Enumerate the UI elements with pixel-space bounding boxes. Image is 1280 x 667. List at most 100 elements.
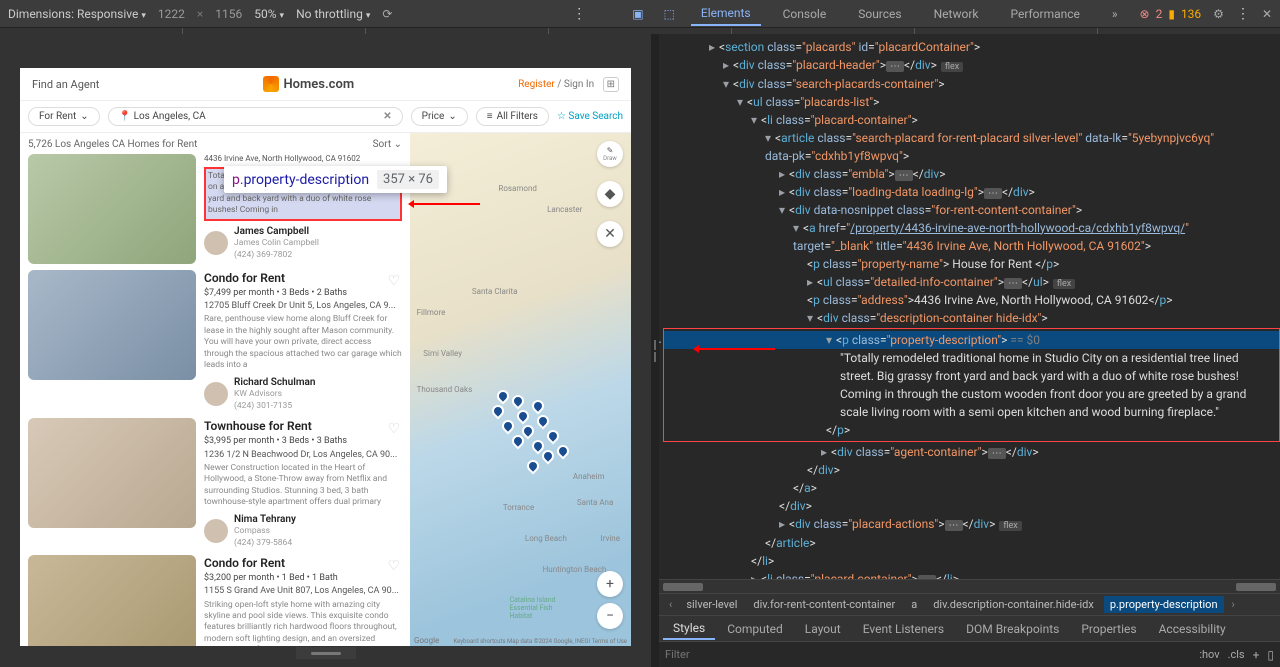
styles-tab-bar: Styles Computed Layout Event Listeners D… bbox=[659, 615, 1280, 641]
inspector-tooltip: p.property-description 357 × 76 bbox=[224, 166, 447, 193]
device-menu-icon[interactable]: ⋮ bbox=[572, 6, 586, 22]
listing-price: $7,499 per month • 3 Beds • 2 Baths bbox=[204, 287, 402, 299]
favorite-icon[interactable]: ♡ bbox=[387, 272, 400, 291]
crumb[interactable]: a bbox=[905, 596, 923, 613]
more-tabs-icon[interactable]: » bbox=[1102, 3, 1128, 25]
listings-column: 5,726 Los Angeles CA Homes for Rent Sort… bbox=[20, 133, 410, 646]
listing-thumb[interactable] bbox=[28, 154, 196, 264]
crumb-next-icon[interactable]: › bbox=[1228, 598, 1239, 611]
crumb[interactable]: div.description-container.hide-idx bbox=[927, 596, 1100, 613]
styles-menu-icon[interactable]: ▯ bbox=[1267, 648, 1274, 662]
height-input[interactable]: 1156 bbox=[215, 7, 242, 21]
crumb-prev-icon[interactable]: ‹ bbox=[665, 598, 676, 611]
selected-dom-node[interactable]: ▾<p class="property-description"> == $0 bbox=[664, 331, 1279, 349]
site-header: Find an Agent Homes.com Register / Sign … bbox=[20, 68, 631, 101]
map-draw-button[interactable]: ✎Draw bbox=[597, 141, 623, 167]
network-tab[interactable]: Network bbox=[924, 3, 989, 25]
find-agent-link[interactable]: Find an Agent bbox=[32, 78, 99, 91]
warn-icon[interactable]: ▮ bbox=[1168, 7, 1175, 21]
dom-horizontal-scrollbar[interactable] bbox=[659, 579, 1280, 593]
register-link[interactable]: Register bbox=[518, 79, 555, 90]
error-icon[interactable]: ⊗ bbox=[1140, 7, 1150, 21]
listing-description: Rare, penthouse view home along Bluff Cr… bbox=[204, 314, 402, 371]
dim-separator: × bbox=[197, 7, 203, 21]
map-zoom-in[interactable]: + bbox=[597, 571, 623, 597]
crumb[interactable]: div.for-rent-content-container bbox=[747, 596, 901, 613]
hov-toggle[interactable]: :hov bbox=[1199, 648, 1219, 661]
settings-icon[interactable]: ⚙ bbox=[1213, 7, 1224, 21]
add-rule-icon[interactable]: + bbox=[1253, 648, 1260, 662]
devtools-menu-icon[interactable]: ⋮ bbox=[1236, 6, 1250, 22]
styles-tab-computed[interactable]: Computed bbox=[717, 619, 793, 639]
map-label: Catalina Island Essential Fish Habitat bbox=[509, 596, 569, 620]
filter-bar: For Rent ⌄ 📍 Los Angeles, CA✕ Price ⌄ ≡ … bbox=[20, 101, 631, 133]
listing-price: $3,995 per month • 3 Beds • 3 Baths bbox=[204, 435, 402, 447]
listing-thumb[interactable] bbox=[28, 270, 196, 380]
map[interactable]: ✎Draw ◆ ✕ + − Lancaster bbox=[410, 133, 631, 646]
styles-tab-styles[interactable]: Styles bbox=[663, 618, 715, 640]
panel-resizer[interactable] bbox=[651, 34, 659, 667]
styles-tab-layout[interactable]: Layout bbox=[795, 619, 851, 639]
performance-tab[interactable]: Performance bbox=[1000, 3, 1089, 25]
site-logo[interactable]: Homes.com bbox=[263, 76, 354, 92]
dom-tree[interactable]: ▸<section class="placards" id="placardCo… bbox=[659, 34, 1280, 579]
styles-tab-props[interactable]: Properties bbox=[1071, 619, 1146, 639]
listing-card[interactable]: ♡ Townhouse for Rent $3,995 per month • … bbox=[28, 418, 402, 549]
sources-tab[interactable]: Sources bbox=[848, 3, 911, 25]
agent-name: James Campbell bbox=[234, 225, 319, 239]
dimensions-dropdown[interactable]: Dimensions: Responsive bbox=[8, 7, 146, 21]
viewport-resize-handle[interactable] bbox=[296, 647, 356, 659]
map-close-button[interactable]: ✕ bbox=[597, 221, 623, 247]
map-attribution: Google bbox=[414, 636, 439, 645]
styles-tab-a11y[interactable]: Accessibility bbox=[1149, 619, 1236, 639]
location-filter[interactable]: 📍 Los Angeles, CA✕ bbox=[108, 107, 403, 126]
clear-location-icon[interactable]: ✕ bbox=[383, 111, 391, 122]
favorite-icon[interactable]: ♡ bbox=[387, 420, 400, 439]
zoom-dropdown[interactable]: 50% bbox=[254, 7, 284, 21]
listing-address: 1155 S Grand Ave Unit 807, Los Angeles, … bbox=[204, 585, 402, 597]
agent-name: Richard Schulman bbox=[234, 376, 315, 390]
styles-filter-row: :hov .cls + ▯ bbox=[659, 641, 1280, 667]
listing-thumb[interactable] bbox=[28, 555, 196, 646]
save-search-button[interactable]: ☆ Save Search bbox=[557, 111, 623, 122]
listing-address: 1236 1/2 N Beachwood Dr, Los Angeles, CA… bbox=[204, 449, 402, 461]
listing-thumb[interactable] bbox=[28, 418, 196, 528]
app-icon[interactable]: ⊞ bbox=[603, 77, 619, 92]
rotate-icon[interactable]: ⟳ bbox=[382, 7, 392, 21]
listing-card[interactable]: ♡ Condo for Rent $3,200 per month • 1 Be… bbox=[28, 555, 402, 646]
styles-filter-input[interactable] bbox=[665, 648, 1191, 661]
close-devtools-icon[interactable]: ✕ bbox=[1262, 7, 1272, 21]
price-filter[interactable]: Price ⌄ bbox=[411, 107, 468, 126]
map-zoom-out[interactable]: − bbox=[597, 603, 623, 629]
device-mode-icon[interactable]: ⬚ bbox=[660, 7, 679, 21]
for-rent-filter[interactable]: For Rent ⌄ bbox=[28, 107, 100, 126]
listing-address: 4436 Irvine Ave, North Hollywood, CA 916… bbox=[204, 154, 402, 165]
throttle-dropdown[interactable]: No throttling bbox=[296, 7, 370, 21]
warn-count: 136 bbox=[1181, 7, 1201, 21]
crumb[interactable]: silver-level bbox=[680, 596, 743, 613]
agent-name: Nima Tehrany bbox=[234, 513, 296, 527]
map-label: Rosamond bbox=[498, 184, 536, 193]
console-tab[interactable]: Console bbox=[773, 3, 837, 25]
inspect-element-icon[interactable]: ▣ bbox=[628, 7, 647, 21]
agent-phone: (424) 369-7802 bbox=[234, 250, 319, 261]
favorite-icon[interactable]: ♡ bbox=[387, 557, 400, 576]
width-input[interactable]: 1222 bbox=[158, 7, 185, 21]
dom-gutter-actions[interactable]: ⋯ bbox=[659, 333, 662, 351]
elements-tab[interactable]: Elements bbox=[691, 2, 761, 26]
map-label: Long Beach bbox=[525, 534, 567, 543]
listing-address: 12705 Bluff Creek Dr Unit 5, Los Angeles… bbox=[204, 300, 402, 312]
map-label: Torrance bbox=[503, 503, 534, 512]
listing-title: Condo for Rent bbox=[204, 555, 402, 571]
all-filters-button[interactable]: ≡ All Filters bbox=[476, 107, 549, 126]
listing-card[interactable]: ♡ Condo for Rent $7,499 per month • 3 Be… bbox=[28, 270, 402, 412]
map-layers-icon[interactable]: ◆ bbox=[597, 181, 623, 207]
map-label: Fillmore bbox=[417, 308, 446, 317]
styles-tab-dom-bp[interactable]: DOM Breakpoints bbox=[956, 619, 1069, 639]
crumb-active[interactable]: p.property-description bbox=[1104, 596, 1224, 613]
sort-dropdown[interactable]: Sort ⌄ bbox=[373, 139, 402, 150]
styles-tab-listeners[interactable]: Event Listeners bbox=[853, 619, 954, 639]
cls-toggle[interactable]: .cls bbox=[1228, 648, 1245, 661]
sign-in-link[interactable]: Sign In bbox=[564, 79, 594, 90]
chevron-down-icon: ⌄ bbox=[80, 111, 88, 122]
